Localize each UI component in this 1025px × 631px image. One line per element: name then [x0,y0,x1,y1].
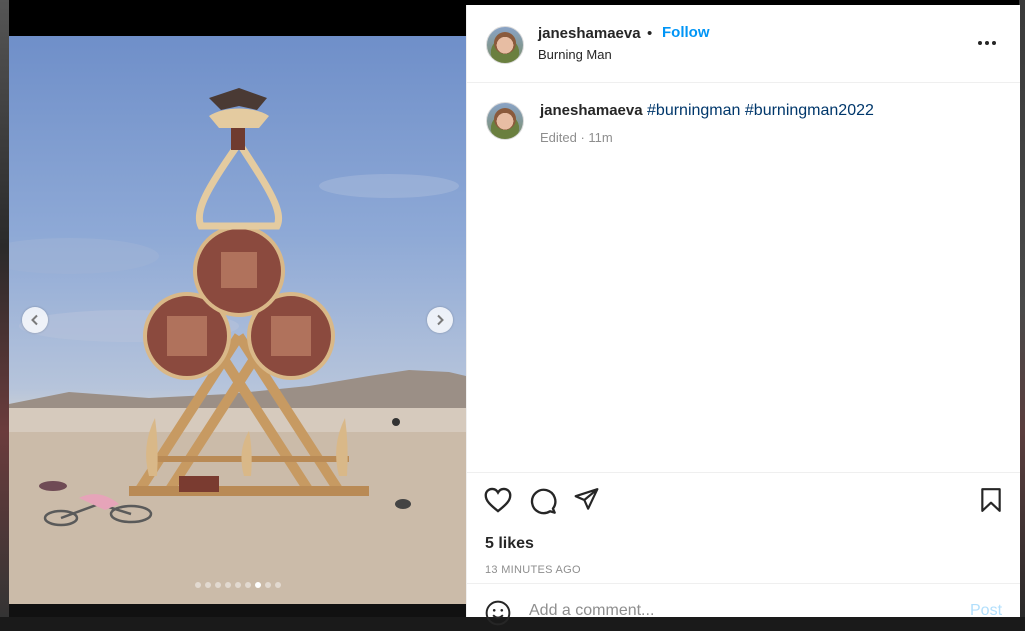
more-options-button[interactable] [977,33,1003,53]
carousel-dot [264,582,271,588]
author-username[interactable]: janeshamaeva [538,25,641,42]
carousel-dot [224,582,231,588]
carousel-dot [244,582,251,588]
likes-count[interactable]: 5 likes [485,535,534,553]
caption-username[interactable]: janeshamaeva [540,102,643,119]
paper-plane-icon [574,488,599,510]
more-options-icon [978,41,982,45]
carousel-dot [204,582,211,588]
carousel-dot [214,582,221,588]
comment-button[interactable] [529,487,557,520]
next-slide-button[interactable] [427,307,453,333]
carousel-dot [234,582,241,588]
previous-slide-button[interactable] [22,307,48,333]
hashtag-link[interactable]: #burningman2022 [745,102,874,119]
hashtag-link[interactable]: #burningman [647,102,740,119]
chevron-right-icon [437,314,444,326]
location-link[interactable]: Burning Man [538,47,612,62]
like-button[interactable] [484,487,512,518]
carousel-dot [254,582,261,588]
more-options-dot [992,41,996,45]
heart-icon [484,487,512,513]
post-media [9,36,466,604]
background-strip-left [0,0,9,617]
share-button[interactable] [573,487,600,518]
post-details-panel: janeshamaeva • Follow Burning Man janesh… [466,5,1020,626]
post-comment-button[interactable]: Post [970,602,1002,620]
smiley-icon [485,600,511,626]
post-actions: 5 likes 13 MINUTES AGO Post [467,472,1020,626]
art-installation-photo [9,88,466,604]
chevron-left-icon [31,314,38,326]
edited-timestamp: Edited · 11m [540,130,613,145]
save-button[interactable] [979,487,1003,518]
separator-dot: • [647,25,653,42]
post-caption: janeshamaeva #burningman #burningman2022 [540,102,874,120]
comment-input[interactable] [529,602,949,620]
comment-bubble-icon [530,488,557,515]
carousel-indicator [9,582,466,588]
emoji-button[interactable] [485,600,511,631]
carousel-dot [194,582,201,588]
avatar[interactable] [486,26,524,64]
follow-button[interactable]: Follow [662,24,710,41]
post-timestamp: 13 MINUTES AGO [485,564,581,576]
post-header: janeshamaeva • Follow Burning Man [467,5,1020,83]
caption-avatar[interactable] [486,102,524,140]
carousel-dot [274,582,281,588]
comment-composer: Post [467,583,1020,626]
bookmark-icon [981,488,1001,512]
more-options-dot [985,41,989,45]
